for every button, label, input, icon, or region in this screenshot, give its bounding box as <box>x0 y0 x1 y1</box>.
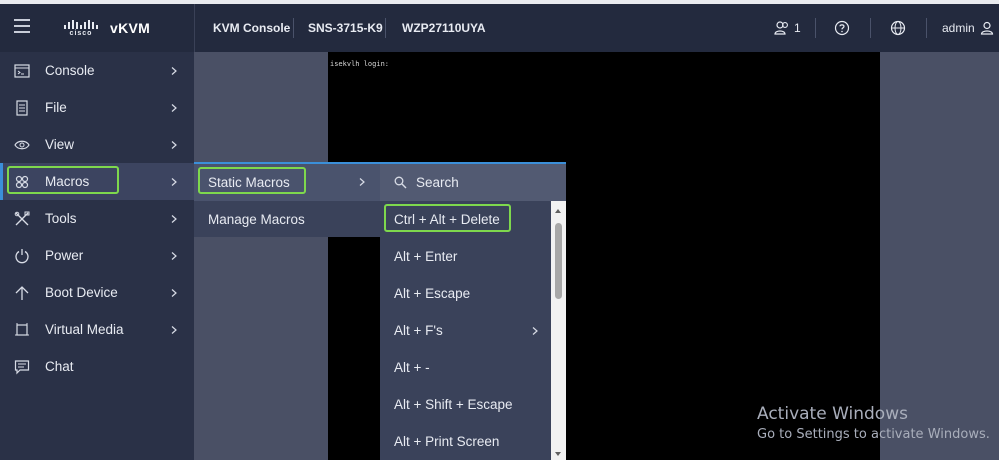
sidebar-item-label: Console <box>45 63 95 78</box>
macro-item-alt-fs[interactable]: Alt + F's <box>380 312 550 349</box>
macro-item-label: Alt + Print Screen <box>394 434 500 449</box>
scrollbar-thumb[interactable] <box>555 223 562 299</box>
sessions-indicator[interactable]: 1 <box>774 4 801 52</box>
globe-icon <box>890 20 906 36</box>
tab-kvm-console[interactable]: KVM Console <box>213 4 290 52</box>
virtual-media-icon <box>13 321 31 339</box>
macro-item-alt-minus[interactable]: Alt + - <box>380 349 550 386</box>
macro-search-field[interactable]: Search <box>380 164 566 201</box>
chevron-right-icon <box>170 177 178 186</box>
divider <box>194 4 195 52</box>
sidebar-item-label: Boot Device <box>45 285 118 300</box>
sidebar: Console File View Macros Tools Power Boo… <box>0 52 194 460</box>
sidebar-item-console[interactable]: Console <box>0 52 194 89</box>
macro-item-alt-enter[interactable]: Alt + Enter <box>380 238 550 275</box>
macros-highlight <box>7 166 119 194</box>
boot-arrow-icon <box>13 284 31 302</box>
chevron-right-icon <box>170 288 178 297</box>
help-button[interactable] <box>834 4 850 52</box>
macro-item-label: Alt + F's <box>394 323 443 338</box>
user-icon <box>980 21 993 35</box>
sidebar-item-label: View <box>45 137 75 152</box>
sidebar-item-view[interactable]: View <box>0 126 194 163</box>
macro-item-alt-escape[interactable]: Alt + Escape <box>380 275 550 312</box>
ctrl-alt-delete-highlight <box>384 204 511 232</box>
chevron-right-icon <box>358 178 366 186</box>
eye-icon <box>13 136 31 154</box>
tools-icon <box>13 210 31 228</box>
top-bar: cisco vKVM KVM Console SNS-3715-K9 WZP27… <box>0 0 999 52</box>
server-model: SNS-3715-K9 <box>308 21 383 35</box>
sidebar-item-boot-device[interactable]: Boot Device <box>0 274 194 311</box>
menu-item-manage-macros[interactable]: Manage Macros <box>194 201 380 238</box>
divider <box>815 18 816 38</box>
macro-item-label: Alt + Enter <box>394 249 458 264</box>
scroll-down-arrow-icon[interactable] <box>555 452 561 456</box>
chevron-right-icon <box>170 140 178 149</box>
help-icon <box>834 20 850 36</box>
macro-item-alt-print-screen[interactable]: Alt + Print Screen <box>380 423 550 460</box>
chevron-right-icon <box>170 103 178 112</box>
sidebar-item-label: Chat <box>45 359 74 374</box>
divider <box>926 18 927 38</box>
macro-item-alt-shift-escape[interactable]: Alt + Shift + Escape <box>380 386 550 423</box>
chevron-right-icon <box>170 66 178 75</box>
cisco-logo: cisco <box>64 19 98 37</box>
sidebar-item-label: Tools <box>45 211 77 226</box>
users-icon <box>774 21 788 35</box>
search-icon <box>394 176 407 189</box>
macro-list-scrollbar[interactable] <box>551 201 566 460</box>
sidebar-item-tools[interactable]: Tools <box>0 200 194 237</box>
macro-item-label: Alt + Shift + Escape <box>394 397 513 412</box>
menu-item-label: Manage Macros <box>208 212 305 227</box>
sidebar-item-virtual-media[interactable]: Virtual Media <box>0 311 194 348</box>
chevron-right-icon <box>531 326 539 335</box>
sidebar-item-label: File <box>45 100 67 115</box>
user-menu[interactable]: admin <box>942 4 994 52</box>
divider <box>293 18 294 38</box>
brand: cisco vKVM <box>46 4 194 52</box>
sidebar-item-chat[interactable]: Chat <box>0 348 194 385</box>
console-login-prompt: isekvlh login: <box>330 60 390 68</box>
chat-icon <box>13 358 31 376</box>
divider <box>385 18 386 38</box>
static-macros-highlight <box>198 167 306 194</box>
macro-item-label: Alt + Escape <box>394 286 471 301</box>
file-icon <box>13 99 31 117</box>
chevron-right-icon <box>170 325 178 334</box>
activate-windows-title: Activate Windows <box>757 404 908 424</box>
cisco-wordmark: cisco <box>69 29 93 37</box>
power-icon <box>13 247 31 265</box>
app-title: vKVM <box>110 20 151 36</box>
sidebar-item-file[interactable]: File <box>0 89 194 126</box>
language-button[interactable] <box>890 4 906 52</box>
chevron-right-icon <box>170 214 178 223</box>
sidebar-item-label: Power <box>45 248 84 263</box>
chevron-right-icon <box>170 251 178 260</box>
serial-number: WZP27110UYA <box>402 21 486 35</box>
console-icon <box>13 62 31 80</box>
username: admin <box>942 21 975 35</box>
sidebar-item-power[interactable]: Power <box>0 237 194 274</box>
scroll-up-arrow-icon[interactable] <box>555 209 561 213</box>
activate-windows-subtitle: Go to Settings to activate Windows. <box>757 427 990 442</box>
hamburger-menu-icon[interactable] <box>14 19 30 33</box>
user-count: 1 <box>794 21 801 35</box>
macro-item-label: Alt + - <box>394 360 430 375</box>
search-label: Search <box>416 175 459 190</box>
divider <box>870 18 871 38</box>
sidebar-item-label: Virtual Media <box>45 322 124 337</box>
